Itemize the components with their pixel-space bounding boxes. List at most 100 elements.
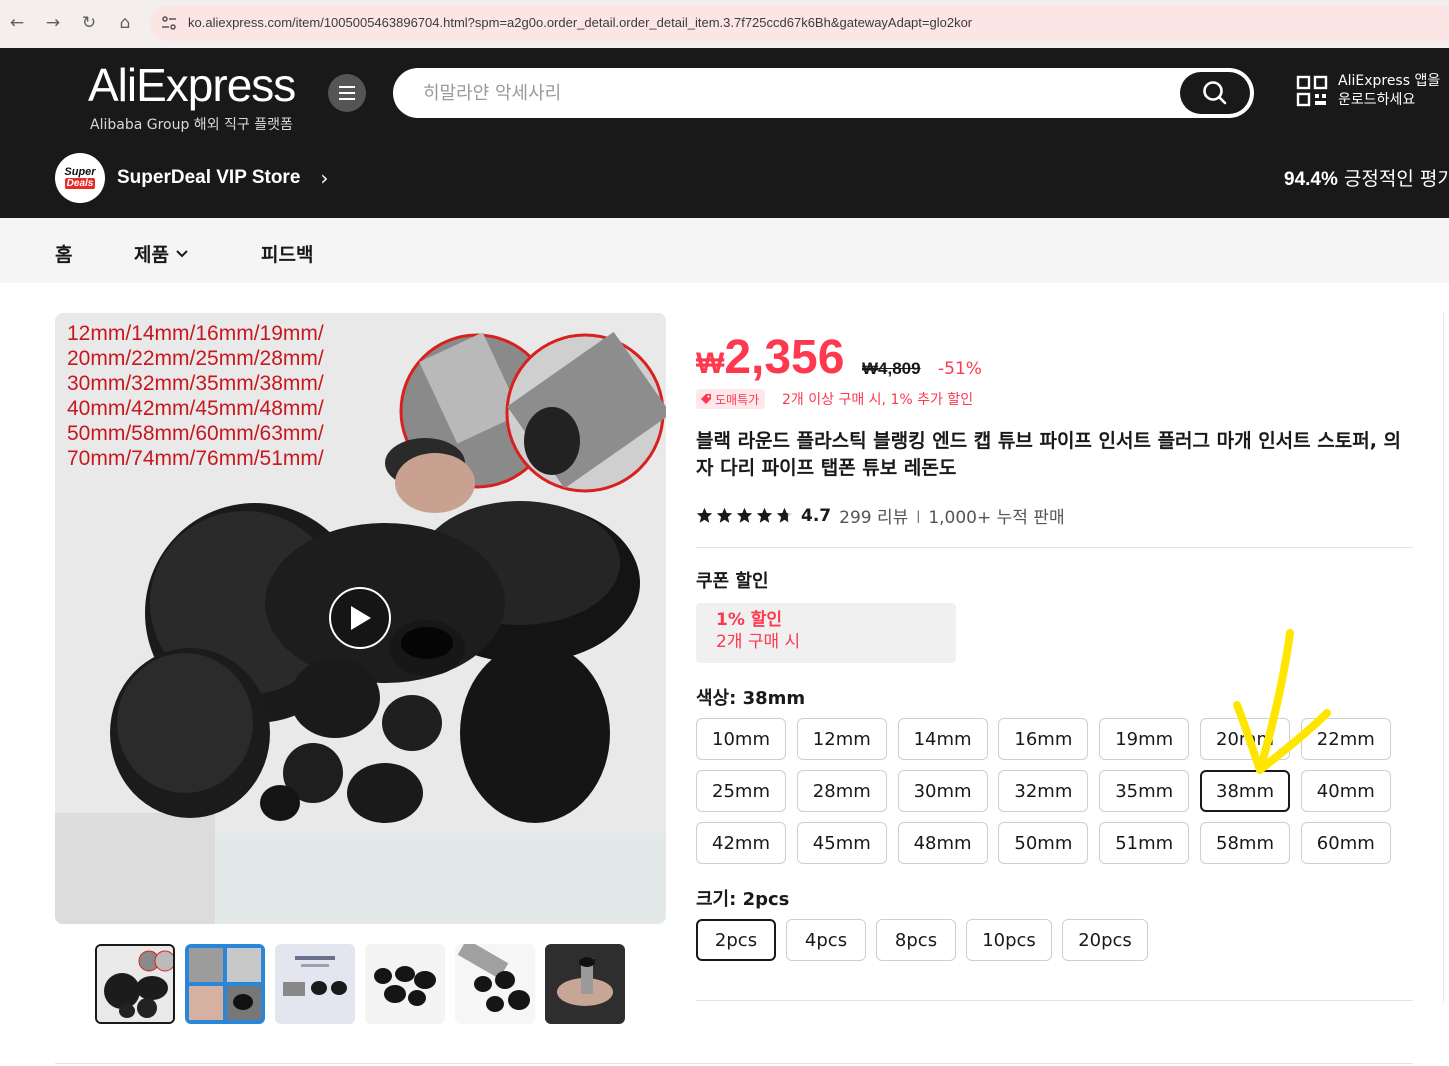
- currency-symbol: ₩: [696, 347, 725, 380]
- aliexpress-logo[interactable]: AliExpress: [88, 58, 296, 112]
- color-option[interactable]: 45mm: [796, 822, 887, 864]
- store-logo-bottom: Deals: [64, 178, 96, 189]
- thumbnail-5[interactable]: [455, 944, 535, 1024]
- color-label: 색상: 38mm: [696, 688, 806, 709]
- store-link[interactable]: Super Deals SuperDeal VIP Store ›: [55, 153, 328, 203]
- home-icon[interactable]: ⌂: [112, 10, 138, 36]
- coupon-card[interactable]: 1% 할인 2개 구매 시: [696, 603, 956, 663]
- size-option[interactable]: 2pcs: [696, 919, 776, 961]
- size-option[interactable]: 8pcs: [876, 919, 956, 961]
- search-button[interactable]: [1180, 72, 1250, 114]
- video-play-button[interactable]: [329, 587, 391, 649]
- color-option[interactable]: 22mm: [1300, 718, 1391, 760]
- divider: [55, 1063, 1413, 1064]
- size-option[interactable]: 20pcs: [1062, 919, 1148, 961]
- product-title: 블랙 라운드 플라스틱 블랭킹 엔드 캡 튜브 파이프 인서트 플러그 마개 인…: [696, 430, 1402, 479]
- thumbnail-2[interactable]: [185, 944, 265, 1024]
- star-icon: [756, 507, 773, 523]
- store-logo-top: Super: [64, 166, 96, 178]
- star-icon: [736, 507, 753, 523]
- app-download-text: AliExpress 앱을 운로드하세요: [1338, 72, 1440, 110]
- color-option[interactable]: 40mm: [1300, 770, 1391, 812]
- app-text-line2: 운로드하세요: [1338, 92, 1416, 108]
- original-price: ₩4,809: [862, 359, 921, 378]
- size-option[interactable]: 4pcs: [786, 919, 866, 961]
- subnav-home[interactable]: 홈: [55, 240, 72, 267]
- thumbnail-4[interactable]: [365, 944, 445, 1024]
- site-settings-icon[interactable]: [160, 14, 178, 32]
- thumbnail-image: [455, 944, 535, 1024]
- category-menu-button[interactable]: [328, 74, 366, 112]
- color-option[interactable]: 14mm: [897, 718, 988, 760]
- color-option[interactable]: 20mm: [1200, 718, 1290, 760]
- forward-arrow-icon[interactable]: →: [40, 10, 66, 36]
- url-text[interactable]: ko.aliexpress.com/item/1005005463896704.…: [188, 15, 972, 30]
- color-option[interactable]: 16mm: [998, 718, 1089, 760]
- thumbnail-image: [365, 944, 445, 1024]
- sold-count: 1,000+ 누적 판매: [928, 508, 1065, 528]
- discount-percent: -51%: [938, 359, 982, 379]
- thumbnail-image: [97, 946, 173, 1022]
- color-option[interactable]: 12mm: [796, 718, 887, 760]
- subnav-products[interactable]: 제품: [134, 240, 189, 267]
- thumbnail-1[interactable]: [95, 944, 175, 1024]
- color-option[interactable]: 60mm: [1300, 822, 1391, 864]
- search-icon: [1203, 81, 1227, 105]
- star-icon: [696, 507, 713, 523]
- back-arrow-icon[interactable]: ←: [4, 10, 30, 36]
- divider: [696, 1000, 1413, 1001]
- reload-icon[interactable]: ↻: [76, 10, 102, 36]
- divider: [696, 547, 1413, 548]
- color-option[interactable]: 48mm: [897, 822, 988, 864]
- play-icon: [351, 606, 371, 630]
- store-name[interactable]: SuperDeal VIP Store: [117, 167, 300, 189]
- wholesale-badge-label: 도매특가: [715, 392, 760, 407]
- color-option[interactable]: 35mm: [1099, 770, 1190, 812]
- color-option[interactable]: 25mm: [696, 770, 786, 812]
- subnav-feedback[interactable]: 피드백: [261, 240, 313, 267]
- highlight-checkmark-annotation: [1233, 629, 1331, 774]
- color-option[interactable]: 30mm: [897, 770, 988, 812]
- thumbnail-image: [185, 944, 265, 1024]
- star-icon: [716, 507, 733, 523]
- chevron-right-icon: ›: [320, 166, 329, 190]
- review-count-link[interactable]: 299 리뷰: [839, 503, 908, 528]
- color-option[interactable]: 50mm: [998, 822, 1089, 864]
- search-input[interactable]: [423, 68, 1163, 118]
- subnav-products-label: 제품: [134, 244, 169, 266]
- color-option[interactable]: 58mm: [1200, 822, 1290, 864]
- color-option[interactable]: 10mm: [696, 718, 786, 760]
- separator: |: [916, 508, 921, 523]
- logo-subtitle: Alibaba Group 해외 직구 플랫폼: [90, 117, 293, 133]
- thumbnail-image: [275, 944, 355, 1024]
- color-option[interactable]: 51mm: [1099, 822, 1190, 864]
- app-download-promo[interactable]: AliExpress 앱을 운로드하세요: [1296, 72, 1440, 110]
- price-value: 2,356: [724, 331, 845, 384]
- star-icon: [776, 507, 793, 523]
- coupon-condition: 2개 구매 시: [716, 632, 801, 652]
- color-option[interactable]: 32mm: [998, 770, 1089, 812]
- star-rating[interactable]: [696, 507, 793, 524]
- positive-percent: 94.4%: [1284, 169, 1338, 190]
- positive-label: 긍정적인 평가: [1343, 168, 1449, 190]
- coupon-discount: 1% 할인: [716, 610, 783, 630]
- qr-code-icon: [1296, 75, 1328, 107]
- app-text-line1: AliExpress 앱을: [1338, 73, 1441, 89]
- menu-line: [339, 98, 355, 100]
- color-option[interactable]: 42mm: [696, 822, 786, 864]
- product-image-sizes-text: 12mm/14mm/16mm/19mm/ 20mm/22mm/25mm/28mm…: [67, 322, 324, 470]
- color-option[interactable]: 28mm: [796, 770, 887, 812]
- product-main-image[interactable]: 12mm/14mm/16mm/19mm/ 20mm/22mm/25mm/28mm…: [55, 313, 666, 924]
- rating-row: 4.7 299 리뷰 | 1,000+ 누적 판매: [696, 503, 1065, 528]
- store-positive-rating: 94.4% 긍정적인 평가: [1284, 164, 1449, 191]
- sale-price: ₩2,356: [696, 330, 844, 385]
- color-option[interactable]: 19mm: [1099, 718, 1190, 760]
- thumbnail-6[interactable]: [545, 944, 625, 1024]
- thumbnail-3[interactable]: [275, 944, 355, 1024]
- wholesale-badge: 도매특가: [696, 389, 766, 409]
- size-option[interactable]: 10pcs: [966, 919, 1052, 961]
- browser-toolbar: ← → ↻ ⌂ ko.aliexpress.com/item/100500546…: [0, 0, 1449, 48]
- color-option[interactable]: 38mm: [1200, 770, 1290, 812]
- store-logo: Super Deals: [55, 153, 105, 203]
- rating-value: 4.7: [801, 505, 832, 526]
